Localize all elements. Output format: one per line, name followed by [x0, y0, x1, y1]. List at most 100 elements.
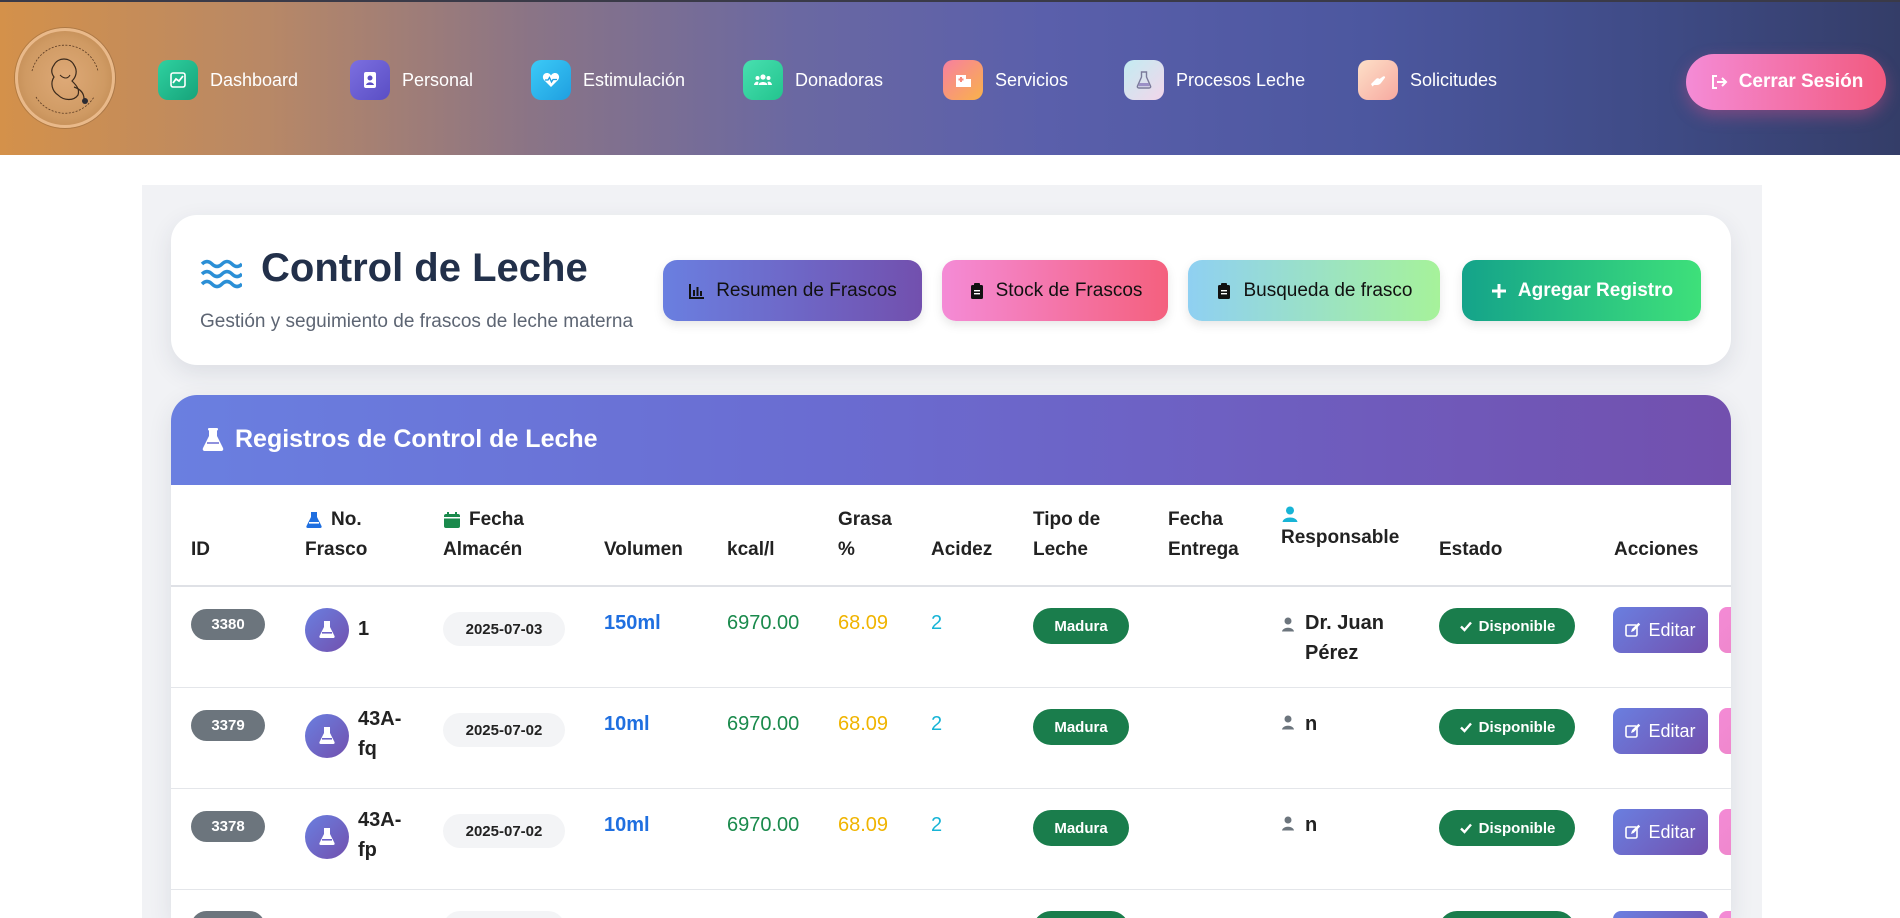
col-head-label: Frasco	[305, 539, 368, 560]
col-head-id[interactable]: ID	[191, 535, 210, 565]
header-divider	[171, 585, 1731, 587]
responsable-line: n	[1305, 713, 1318, 735]
nav-label: Solicitudes	[1410, 69, 1498, 90]
logout-label: Cerrar Sesión	[1738, 71, 1864, 92]
edit-label: Editar	[1648, 619, 1696, 640]
responsable-line: n	[1305, 814, 1318, 836]
busqueda-frasco-label: Busqueda de frasco	[1243, 279, 1413, 301]
nav-item-procesos-leche[interactable]: Procesos Leche	[1124, 60, 1305, 100]
user-icon	[1282, 617, 1294, 632]
resumen-frascos-button[interactable]: Resumen de Frascos	[663, 260, 922, 321]
tipo-leche-badge	[1033, 911, 1129, 918]
id-badge: 3380	[191, 609, 265, 640]
nav-item-donadoras[interactable]: Donadoras	[743, 60, 883, 100]
flask-icon	[319, 621, 335, 638]
flask-avatar	[305, 714, 349, 758]
delete-button[interactable]	[1719, 607, 1731, 653]
hand-icon	[1358, 60, 1398, 100]
hospital-icon	[943, 60, 983, 100]
id-badge	[191, 911, 265, 918]
frasco-line: fq	[358, 738, 377, 760]
nav-item-servicios[interactable]: Servicios	[943, 60, 1068, 100]
tipo-leche-badge: Madura	[1033, 709, 1129, 745]
col-head-label: Tipo de	[1033, 509, 1101, 530]
col-head-estado[interactable]: Estado	[1439, 535, 1502, 565]
col-head-grasa[interactable]: Grasa %	[838, 505, 892, 565]
delete-button[interactable]	[1719, 708, 1731, 754]
busqueda-frasco-button[interactable]: Busqueda de frasco	[1188, 260, 1440, 321]
frasco-line: 1	[358, 618, 370, 640]
delete-button[interactable]	[1719, 809, 1731, 855]
fecha-almacen-pill: 2025-07-03	[443, 612, 565, 646]
kcal-value: 6970.00	[727, 713, 800, 735]
estado-badge: Disponible	[1439, 810, 1575, 846]
user-badge-icon	[350, 60, 390, 100]
col-head-volumen[interactable]: Volumen	[604, 535, 683, 565]
flask-icon	[1124, 60, 1164, 100]
chart-line-icon	[158, 60, 198, 100]
flask-icon	[319, 828, 335, 845]
col-head-no-frasco[interactable]: No. Frasco	[305, 505, 367, 565]
col-head-fecha-almacen[interactable]: Fecha Almacén	[443, 505, 524, 565]
col-head-kcal[interactable]: kcal/l	[727, 535, 775, 565]
stock-frascos-button[interactable]: Stock de Frascos	[942, 260, 1168, 321]
flask-avatar	[305, 608, 349, 652]
agregar-registro-label: Agregar Registro	[1517, 279, 1674, 301]
col-head-label: Almacén	[443, 539, 523, 560]
table-title: Registros de Control de Leche	[201, 425, 598, 454]
responsable-cell: Dr. Juan Pérez	[1281, 608, 1384, 668]
grasa-value: 68.09	[838, 713, 889, 735]
sign-out-icon	[1711, 75, 1728, 89]
volumen-value: 10ml	[604, 713, 650, 735]
edit-button[interactable]	[1613, 911, 1708, 918]
col-head-acidez[interactable]: Acidez	[931, 535, 992, 565]
col-head-label: Responsable	[1281, 527, 1400, 548]
nav-item-estimulacion[interactable]: Estimulación	[531, 60, 685, 100]
page-title: Control de Leche	[261, 246, 588, 290]
user-icon	[1282, 715, 1294, 730]
flask-icon	[319, 727, 335, 744]
responsable-cell: n	[1281, 810, 1317, 840]
nav-item-personal[interactable]: Personal	[350, 60, 473, 100]
edit-button[interactable]: Editar	[1613, 708, 1708, 754]
nav-label: Dashboard	[210, 69, 299, 90]
frasco-line: 43A-	[358, 809, 402, 831]
flask-icon	[202, 427, 224, 451]
nav-item-dashboard[interactable]: Dashboard	[158, 60, 298, 100]
bank-logo[interactable]	[15, 28, 115, 128]
acidez-value: 2	[931, 814, 943, 836]
heart-pulse-icon	[531, 60, 571, 100]
nav-item-solicitudes[interactable]: Solicitudes	[1358, 60, 1497, 100]
col-head-acciones: Acciones	[1614, 539, 1699, 560]
edit-icon	[1625, 622, 1641, 637]
logout-button[interactable]: Cerrar Sesión	[1686, 54, 1886, 110]
agregar-registro-button[interactable]: Agregar Registro	[1462, 260, 1701, 321]
resumen-frascos-label: Resumen de Frascos	[716, 279, 897, 301]
kcal-value: 6970.00	[727, 612, 800, 634]
edit-button[interactable]: Editar	[1613, 809, 1708, 855]
clipboard-list-icon	[970, 282, 983, 299]
fecha-almacen-pill: 2025-07-02	[443, 713, 565, 747]
delete-button[interactable]	[1719, 911, 1731, 918]
edit-button[interactable]: Editar	[1613, 607, 1708, 653]
user-icon	[1282, 506, 1298, 522]
volumen-value: 10ml	[604, 814, 650, 836]
nav-label: Servicios	[995, 69, 1069, 90]
user-icon	[1282, 816, 1294, 831]
row-divider	[171, 889, 1731, 890]
frasco-number: 43A- fq	[358, 704, 401, 764]
frasco-line: 43A-	[358, 708, 402, 730]
estado-badge	[1439, 911, 1575, 918]
col-head-tipo-leche[interactable]: Tipo de Leche	[1033, 505, 1100, 565]
logo-illustration-icon	[31, 44, 99, 114]
estado-badge: Disponible	[1439, 709, 1575, 745]
col-head-fecha-entrega[interactable]: Fecha Entrega	[1168, 505, 1239, 565]
col-head-responsable[interactable]: Responsable	[1281, 505, 1399, 553]
id-badge: 3378	[191, 811, 265, 842]
water-waves-icon	[200, 259, 242, 289]
col-head-label: No.	[331, 509, 362, 530]
responsable-line: Dr. Juan	[1305, 612, 1384, 634]
bar-chart-icon	[689, 283, 705, 299]
flask-avatar	[305, 815, 349, 859]
edit-icon	[1625, 824, 1641, 839]
